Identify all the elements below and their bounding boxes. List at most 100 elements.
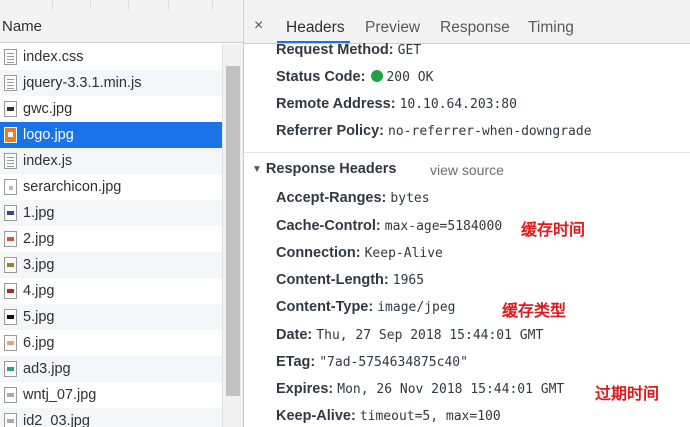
file-name: 6.jpg (23, 335, 55, 351)
header-value: Keep-Alive (364, 246, 443, 261)
list-item[interactable]: index.css (0, 44, 222, 70)
response-headers-toggle[interactable]: ▼ Response Headers (252, 161, 396, 177)
list-item[interactable]: 6.jpg (0, 330, 222, 356)
image-icon (4, 127, 17, 143)
annotation-cache-time: 缓存时间 (521, 220, 586, 239)
response-header-row: ETag: "7ad-5754634875c40" (276, 354, 468, 370)
list-item[interactable]: 4.jpg (0, 278, 222, 304)
list-item[interactable]: jquery-3.3.1.min.js (0, 70, 222, 96)
annotation-cache-type: 缓存类型 (502, 301, 567, 320)
remote-address-row: Remote Address: 10.10.64.203:80 (276, 96, 517, 112)
image-icon (4, 309, 17, 325)
response-header-row: Content-Type: image/jpeg (276, 299, 456, 315)
response-header-row: Keep-Alive: timeout=5, max=100 (276, 408, 501, 424)
header-value: no-referrer-when-downgrade (388, 124, 592, 139)
file-list: index.css jquery-3.3.1.min.js gwc.jpg lo… (0, 44, 222, 427)
status-ok-icon (371, 70, 384, 82)
list-item[interactable]: wntj_07.jpg (0, 382, 222, 408)
file-name: jquery-3.3.1.min.js (23, 75, 142, 91)
file-name: id2_03.jpg (23, 413, 90, 427)
header-value: Mon, 26 Nov 2018 15:44:01 GMT (337, 382, 565, 397)
header-key: ETag: (276, 354, 316, 370)
list-item[interactable]: 1.jpg (0, 200, 222, 226)
list-item[interactable]: 5.jpg (0, 304, 222, 330)
request-method-row: Request Method: GET (276, 42, 421, 58)
tab-headers[interactable]: Headers (286, 10, 345, 43)
scrollbar-thumb[interactable] (226, 66, 240, 396)
file-name: 4.jpg (23, 283, 55, 299)
file-name: 3.jpg (23, 257, 55, 273)
status-code-row: Status Code: 200 OK (276, 69, 433, 85)
close-icon[interactable]: × (254, 18, 263, 34)
header-value: Thu, 27 Sep 2018 15:44:01 GMT (316, 328, 544, 343)
header-key: Remote Address: (276, 96, 396, 112)
list-item-selected[interactable]: logo.jpg (0, 122, 222, 148)
document-icon (4, 75, 17, 91)
name-column-header[interactable]: Name (0, 10, 243, 43)
file-name: 1.jpg (23, 205, 55, 221)
header-value: bytes (390, 191, 430, 206)
header-key: Status Code: (276, 69, 366, 85)
header-key: Expires: (276, 381, 334, 397)
section-title: Response Headers (265, 161, 397, 177)
response-header-row: Date: Thu, 27 Sep 2018 15:44:01 GMT (276, 327, 543, 343)
image-icon (4, 101, 17, 117)
file-name: ad3.jpg (23, 361, 71, 377)
header-value: timeout=5, max=100 (359, 409, 501, 424)
view-source-link[interactable]: view source (430, 162, 504, 178)
tab-response[interactable]: Response (440, 10, 510, 43)
header-value: "7ad-5754634875c40" (319, 355, 468, 370)
image-icon (4, 413, 17, 427)
request-detail-panel: × Headers Preview Response Timing Reques… (244, 0, 690, 427)
file-name: wntj_07.jpg (23, 387, 97, 403)
image-icon (4, 335, 17, 351)
tab-timing[interactable]: Timing (528, 10, 574, 43)
triangle-down-icon: ▼ (252, 164, 262, 175)
list-item[interactable]: ad3.jpg (0, 356, 222, 382)
header-value: max-age=5184000 (384, 219, 503, 234)
list-item[interactable]: 3.jpg (0, 252, 222, 278)
file-name: logo.jpg (23, 127, 74, 143)
image-icon (4, 387, 17, 403)
header-key: Keep-Alive: (276, 408, 356, 424)
list-item[interactable]: gwc.jpg (0, 96, 222, 122)
file-name: 2.jpg (23, 231, 55, 247)
header-key: Cache-Control: (276, 218, 381, 234)
file-name: 5.jpg (23, 309, 55, 325)
header-value: 10.10.64.203:80 (399, 97, 517, 112)
header-key: Date: (276, 327, 313, 343)
header-value: GET (397, 43, 422, 58)
header-key: Content-Type: (276, 299, 374, 315)
response-header-row: Cache-Control: max-age=5184000 (276, 218, 502, 234)
network-request-list: Name index.css jquery-3.3.1.min.js gwc.j… (0, 0, 243, 427)
response-header-row: Connection: Keep-Alive (276, 245, 443, 261)
file-name: index.css (23, 49, 84, 65)
header-value: 200 OK (386, 70, 434, 85)
file-name: index.js (23, 153, 73, 169)
image-icon (4, 257, 17, 273)
header-key: Accept-Ranges: (276, 190, 387, 206)
header-key: Content-Length: (276, 272, 389, 288)
section-divider (244, 152, 690, 153)
image-icon (4, 179, 17, 195)
toolbar-strip (244, 0, 690, 10)
file-name: gwc.jpg (23, 101, 73, 117)
response-header-row: Expires: Mon, 26 Nov 2018 15:44:01 GMT (276, 381, 564, 397)
header-value: 1965 (392, 273, 425, 288)
image-icon (4, 283, 17, 299)
list-item[interactable]: 2.jpg (0, 226, 222, 252)
detail-tabbar: × Headers Preview Response Timing (244, 10, 690, 44)
tab-preview[interactable]: Preview (365, 10, 420, 43)
image-icon (4, 361, 17, 377)
image-icon (4, 231, 17, 247)
document-icon (4, 49, 17, 65)
list-item[interactable]: id2_03.jpg (0, 408, 222, 427)
list-item[interactable]: index.js (0, 148, 222, 174)
header-key: Request Method: (276, 42, 394, 58)
list-scrollbar[interactable] (222, 44, 243, 427)
response-header-row: Content-Length: 1965 (276, 272, 424, 288)
list-item[interactable]: serarchicon.jpg (0, 174, 222, 200)
header-key: Referrer Policy: (276, 123, 384, 139)
image-icon (4, 205, 17, 221)
header-value: image/jpeg (377, 300, 456, 315)
